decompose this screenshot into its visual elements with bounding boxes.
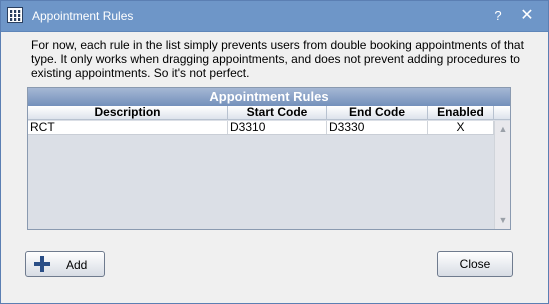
cell-end-code: D3330 <box>327 121 428 134</box>
window-title: Appointment Rules <box>32 9 134 23</box>
add-button-label: Add <box>66 258 88 272</box>
cell-enabled: X <box>428 121 494 134</box>
plus-icon <box>34 256 50 272</box>
column-header-enabled[interactable]: Enabled <box>428 106 494 119</box>
close-icon[interactable]: ✕ <box>517 6 537 26</box>
column-header-start-code[interactable]: Start Code <box>228 106 327 119</box>
title-bar[interactable]: Appointment Rules ? ✕ <box>1 1 548 32</box>
scroll-up-icon[interactable]: ▲ <box>498 124 508 134</box>
grid-app-icon <box>7 7 23 23</box>
scroll-down-icon[interactable]: ▼ <box>498 215 508 225</box>
cell-description: RCT <box>28 121 228 134</box>
column-header-end-code[interactable]: End Code <box>327 106 428 119</box>
description-text: For now, each rule in the list simply pr… <box>31 38 524 80</box>
add-button[interactable]: Add <box>25 251 105 277</box>
close-button[interactable]: Close <box>437 251 513 277</box>
appointment-rules-grid: Appointment Rules Description Start Code… <box>27 87 511 230</box>
grid-title: Appointment Rules <box>28 88 510 106</box>
column-header-description[interactable]: Description <box>28 106 228 119</box>
appointment-rules-window: Appointment Rules ? ✕ For now, each rule… <box>0 0 549 304</box>
help-button[interactable]: ? <box>488 6 508 26</box>
vertical-scrollbar[interactable]: ▲ ▼ <box>494 121 510 229</box>
cell-start-code: D3310 <box>228 121 327 134</box>
grid-header: Description Start Code End Code Enabled <box>28 106 510 120</box>
table-row[interactable]: RCT D3310 D3330 X <box>28 121 494 135</box>
